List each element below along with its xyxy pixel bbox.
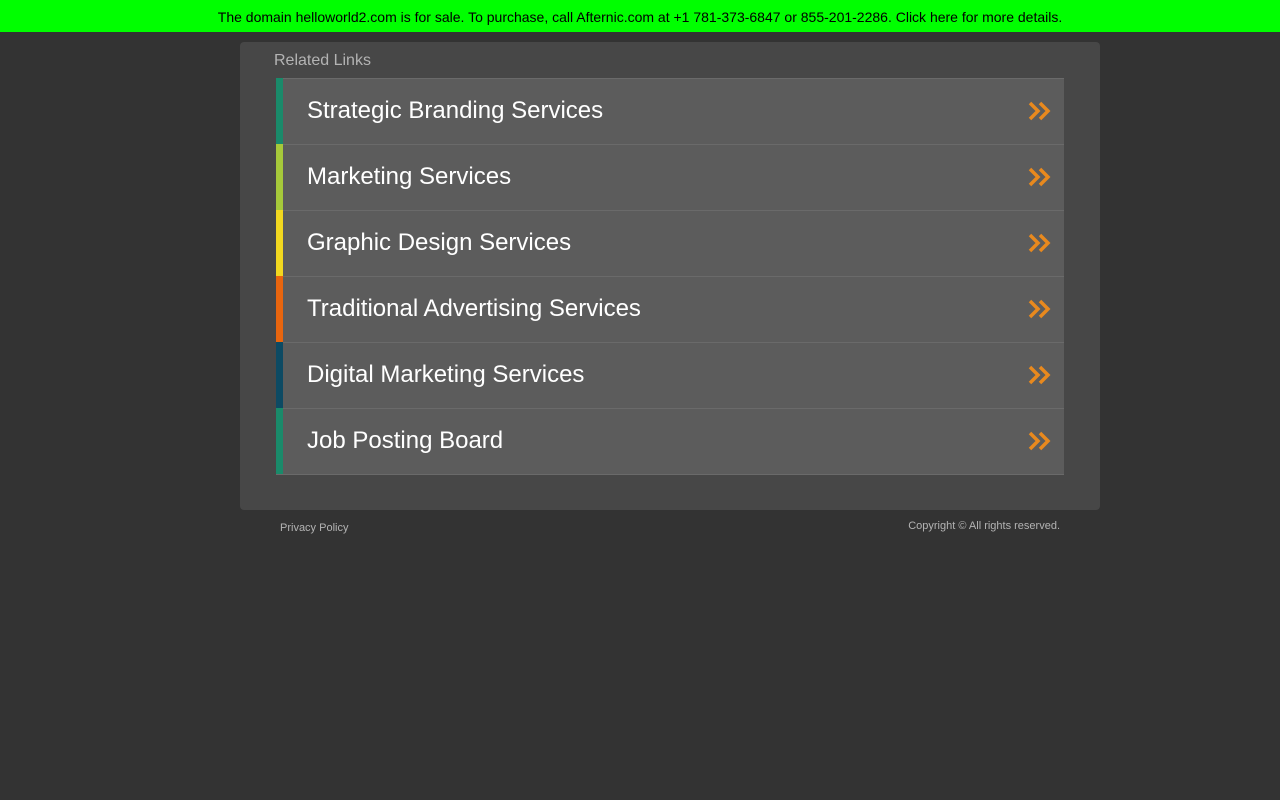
double-chevron-right-icon xyxy=(1028,365,1051,385)
double-chevron-right-icon xyxy=(1028,101,1051,121)
related-links-panel: Related Links Strategic Branding Service… xyxy=(240,42,1100,510)
link-label[interactable]: Graphic Design Services xyxy=(307,211,571,275)
link-color-stripe xyxy=(276,408,283,474)
double-chevron-right-icon xyxy=(1028,167,1051,187)
related-link-job-posting-board[interactable]: Job Posting Board xyxy=(276,408,1064,475)
link-label[interactable]: Job Posting Board xyxy=(307,409,503,473)
related-link-marketing[interactable]: Marketing Services xyxy=(276,144,1064,210)
link-color-stripe xyxy=(276,276,283,342)
related-link-graphic-design[interactable]: Graphic Design Services xyxy=(276,210,1064,276)
link-color-stripe xyxy=(276,144,283,210)
copyright-text: Copyright © All rights reserved. xyxy=(908,520,1060,532)
link-label[interactable]: Digital Marketing Services xyxy=(307,343,584,407)
related-links-list: Strategic Branding Services Marketing Se… xyxy=(276,78,1064,475)
double-chevron-right-icon xyxy=(1028,233,1051,253)
related-link-digital-marketing[interactable]: Digital Marketing Services xyxy=(276,342,1064,408)
double-chevron-right-icon xyxy=(1028,299,1051,319)
privacy-policy-link[interactable]: Privacy Policy xyxy=(280,522,348,534)
link-label[interactable]: Strategic Branding Services xyxy=(307,79,603,143)
link-label[interactable]: Marketing Services xyxy=(307,145,511,209)
related-link-strategic-branding[interactable]: Strategic Branding Services xyxy=(276,78,1064,144)
link-color-stripe xyxy=(276,342,283,408)
link-color-stripe xyxy=(276,210,283,276)
link-color-stripe xyxy=(276,78,283,144)
domain-sale-banner[interactable]: The domain helloworld2.com is for sale. … xyxy=(0,0,1280,32)
panel-title: Related Links xyxy=(274,52,371,69)
link-label[interactable]: Traditional Advertising Services xyxy=(307,277,641,341)
double-chevron-right-icon xyxy=(1028,431,1051,451)
related-link-traditional-advertising[interactable]: Traditional Advertising Services xyxy=(276,276,1064,342)
